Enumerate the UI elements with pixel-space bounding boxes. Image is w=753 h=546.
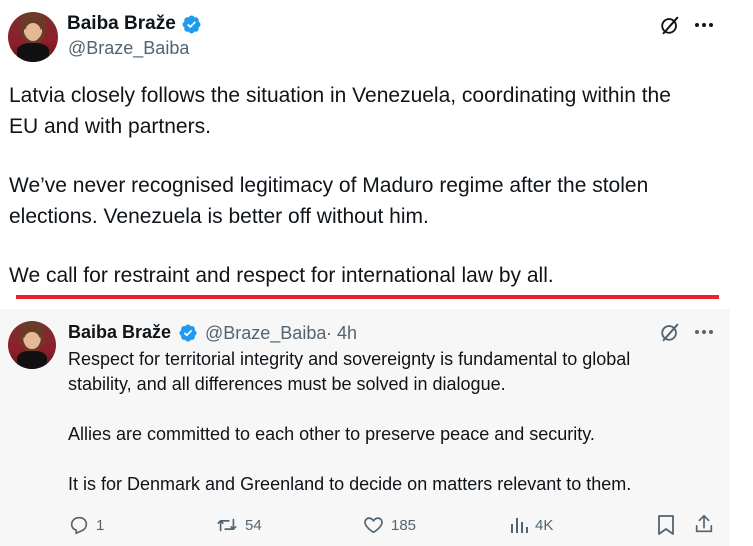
reply-icon	[70, 516, 88, 535]
avatar[interactable]	[8, 12, 58, 62]
avatar[interactable]	[8, 321, 56, 369]
verified-badge-icon	[182, 15, 201, 34]
author-handle[interactable]: @Braze_Baiba	[68, 38, 189, 59]
tweet-line: Allies are committed to each other to pr…	[68, 424, 595, 444]
grok-icon[interactable]	[659, 14, 681, 36]
main-tweet: Baiba Braže @Braze_Baiba Latvia closely …	[0, 0, 730, 296]
tweet-line: stability, and all differences must be s…	[68, 374, 506, 394]
grok-icon[interactable]	[659, 321, 681, 343]
views-button[interactable]: 4K	[509, 513, 553, 537]
more-icon[interactable]	[693, 323, 715, 341]
highlight-underline	[16, 295, 719, 299]
tweet-line: It is for Denmark and Greenland to decid…	[68, 474, 632, 494]
like-button[interactable]: 185	[362, 513, 416, 537]
timestamp[interactable]: · 4h	[326, 323, 357, 344]
author-handle[interactable]: @Braze_Baiba	[205, 323, 326, 344]
quoted-tweet-text: Respect for territorial integrity and so…	[68, 347, 631, 497]
tweet-line: We call for restraint and respect for in…	[9, 264, 554, 287]
repost-icon	[217, 518, 237, 532]
author-name[interactable]: Baiba Braže	[67, 13, 176, 35]
view-count: 4K	[535, 516, 554, 534]
share-icon[interactable]	[693, 513, 715, 535]
tweet-text: Latvia closely follows the situation in …	[9, 80, 671, 291]
bookmark-icon[interactable]	[656, 514, 676, 536]
like-icon	[364, 517, 383, 534]
author-name[interactable]: Baiba Braže	[68, 322, 171, 343]
verified-badge-icon	[179, 324, 197, 342]
quoted-tweet[interactable]: Baiba Braže @Braze_Baiba · 4h Respect fo…	[0, 309, 730, 546]
tweet-line: Latvia closely follows the situation in …	[9, 84, 671, 107]
tweet-line: elections. Venezuela is better off witho…	[9, 205, 429, 228]
views-icon	[511, 518, 528, 533]
repost-count: 54	[245, 516, 262, 534]
like-count: 185	[391, 516, 417, 534]
reply-count: 1	[96, 516, 105, 534]
tweet-line: Respect for territorial integrity and so…	[68, 349, 631, 369]
reply-button[interactable]: 1	[68, 513, 104, 537]
tweet-line: We’ve never recognised legitimacy of Mad…	[9, 174, 649, 197]
more-icon[interactable]	[693, 16, 715, 34]
tweet-line: EU and with partners.	[9, 115, 211, 138]
repost-button[interactable]: 54	[215, 513, 262, 537]
